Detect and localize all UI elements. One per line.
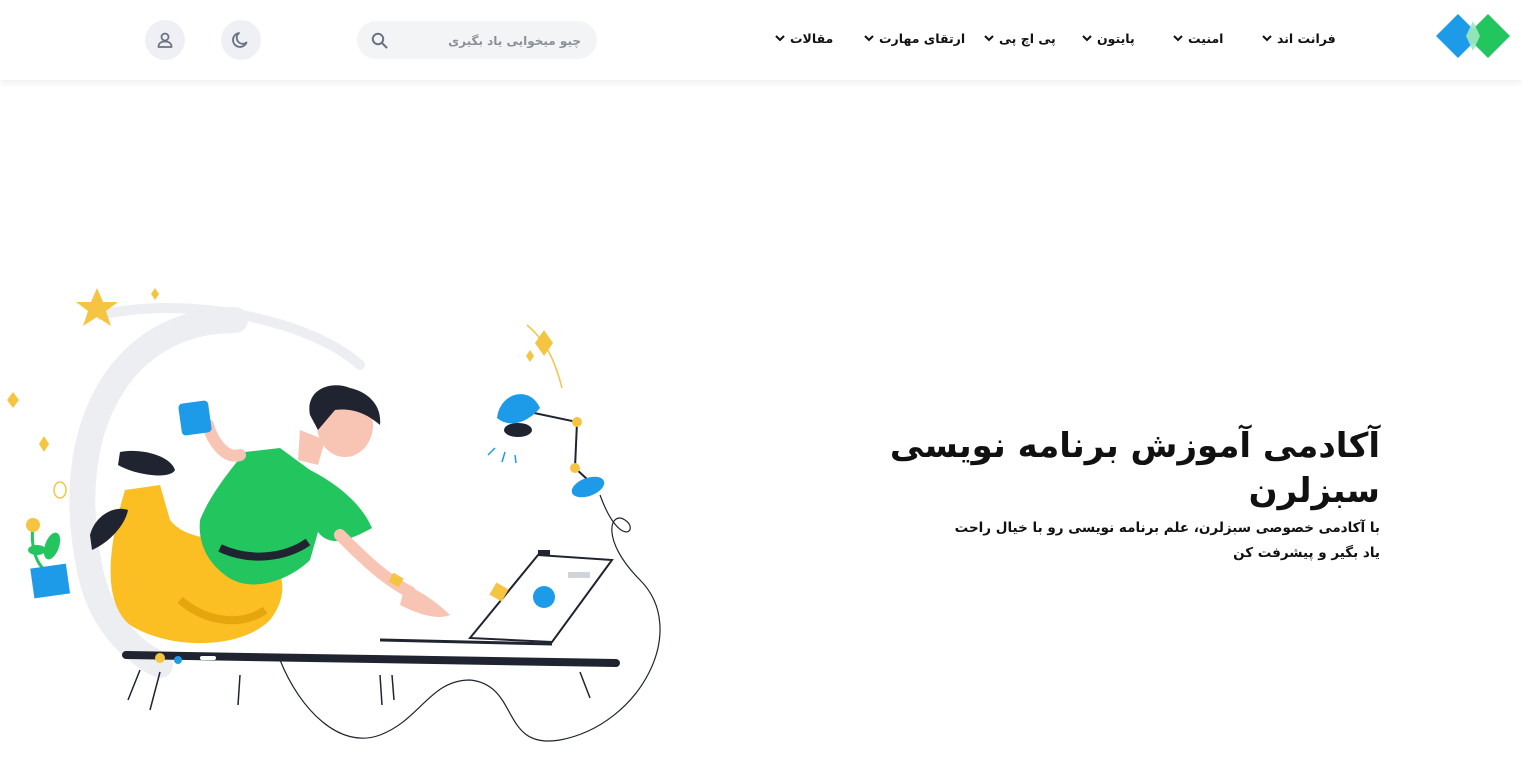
chevron-down-icon [775,35,785,42]
nav-skill-up[interactable]: ارتقای مهارت [864,28,965,48]
chevron-down-icon [1173,35,1183,42]
nav-label: امنیت [1188,30,1224,46]
sparkle-icon [526,350,534,362]
desk [122,651,620,667]
nav-label: پایتون [1097,30,1135,46]
hero-illustration [7,288,661,742]
star-icon [76,288,118,326]
user-icon [157,32,173,48]
theme-toggle-button[interactable] [221,20,261,60]
nav-php[interactable]: پی اچ پی [984,28,1056,48]
hero-title: آکادمی آموزش برنامه نویسی سبزلرن [889,426,1380,511]
plant-pot [30,563,71,599]
nav-security[interactable]: امنیت [1173,28,1223,48]
site-header: فرانت اند امنیت پایتون پی اچ پی ارتقای م… [0,0,1522,80]
nav-frontend[interactable]: فرانت اند [1262,28,1336,48]
sparkle-icon [7,392,19,408]
nav-python[interactable]: پایتون [1082,28,1135,48]
shoe [118,450,175,476]
nav-label: مقالات [790,30,834,46]
chevron-down-icon [984,35,994,42]
account-button[interactable] [145,20,185,60]
person-shirt [199,448,372,585]
nav-articles[interactable]: مقالات [775,28,833,48]
chevron-down-icon [864,35,874,42]
chevron-down-icon [1082,35,1092,42]
mug-icon [178,400,212,436]
chevron-down-icon [1262,35,1272,42]
nav-label: ارتقای مهارت [879,30,966,46]
search-input[interactable] [393,21,583,61]
sparkle-icon [39,436,49,452]
logo[interactable] [1436,12,1512,62]
nav-label: پی اچ پی [999,30,1056,46]
nav-label: فرانت اند [1277,30,1336,46]
sparkle-icon [151,288,159,300]
moon-icon [232,32,248,48]
search-icon[interactable] [371,32,388,49]
lamp-icon [497,394,540,424]
hero-subtitle: با آکادمی خصوصی سبزلرن، علم برنامه نویسی… [954,520,1380,561]
search-box [357,21,597,61]
